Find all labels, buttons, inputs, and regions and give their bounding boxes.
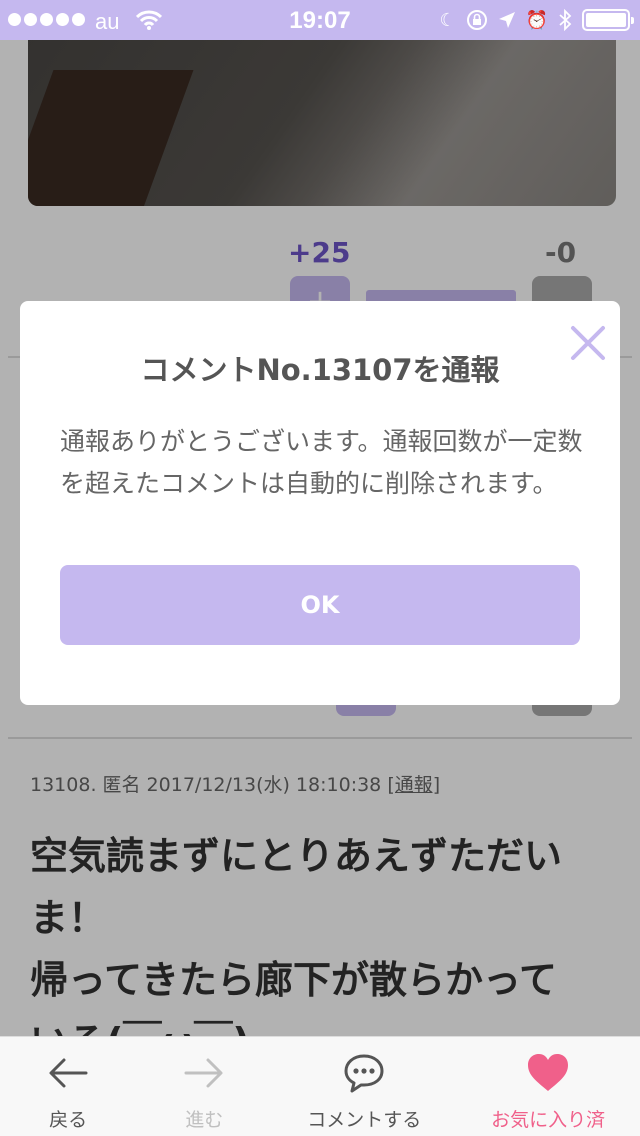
status-bar: au 19:07 ☾ ⏰: [0, 0, 640, 40]
favorite-label: お気に入り済: [491, 1109, 606, 1131]
dialog-message: 通報ありがとうございます。通報回数が一定数を超えたコメントは自動的に削除されます…: [60, 427, 583, 498]
battery-icon: [582, 9, 634, 31]
favorite-tab[interactable]: お気に入り済: [456, 1037, 640, 1136]
speech-bubble-icon: [344, 1054, 384, 1093]
bottom-tab-bar: 戻る 進む コメントする お気に入り済: [0, 1036, 640, 1136]
alarm-icon: ⏰: [525, 10, 548, 30]
moon-icon: ☾: [439, 10, 456, 30]
back-tab[interactable]: 戻る: [0, 1037, 136, 1136]
orientation-lock-icon: [466, 10, 487, 30]
location-icon: [498, 12, 515, 28]
status-icons: ☾ ⏰: [439, 8, 634, 32]
arrow-right-icon: [184, 1058, 223, 1088]
back-label: 戻る: [49, 1109, 88, 1131]
arrow-left-icon: [49, 1058, 88, 1088]
report-dialog: コメントNo.13107を通報 通報ありがとうございます。通報回数が一定数を超え…: [20, 301, 620, 705]
forward-tab[interactable]: 進む: [136, 1037, 272, 1136]
forward-label: 進む: [185, 1109, 224, 1131]
dialog-title: コメントNo.13107を通報: [140, 353, 500, 387]
comment-tab[interactable]: コメントする: [272, 1037, 456, 1136]
comment-label: コメントする: [307, 1109, 422, 1131]
ok-button[interactable]: OK: [60, 565, 580, 645]
heart-icon: [528, 1054, 569, 1091]
bluetooth-icon: [559, 9, 572, 31]
